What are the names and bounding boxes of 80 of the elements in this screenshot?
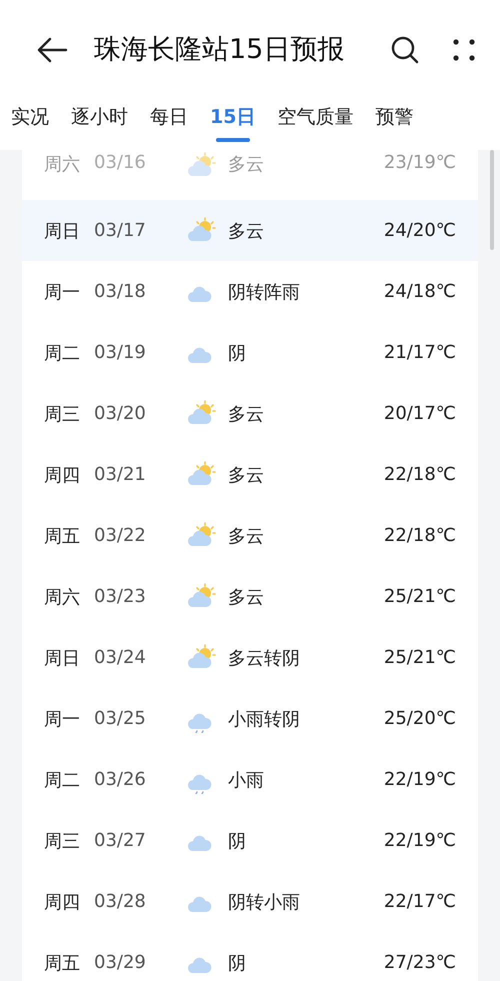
condition-label: 阴转阵雨 — [228, 280, 301, 304]
date-label: 03/16 — [94, 152, 147, 173]
temperature-label: 25/21℃ — [384, 647, 456, 668]
temperature-label: 27/23℃ — [384, 952, 456, 973]
tab[interactable]: 逐小时 — [60, 96, 139, 144]
weekday-label: 周日 — [44, 220, 81, 242]
condition-label: 阴 — [228, 342, 247, 364]
condition-label: 多云转阴 — [228, 646, 301, 670]
date-label: 03/17 — [94, 220, 147, 241]
forecast-row[interactable]: 周一 03/25 小雨转阴 25/20℃ — [22, 688, 478, 749]
date-label: 03/19 — [94, 342, 147, 363]
temperature-label: 22/18℃ — [384, 464, 456, 485]
forecast-row[interactable]: 周三 03/20 多云 20/17℃ — [22, 383, 478, 444]
date-label: 03/24 — [94, 647, 147, 668]
weekday-label: 周一 — [44, 708, 81, 730]
tab[interactable]: 实况 — [0, 96, 60, 144]
scrollbar[interactable] — [490, 150, 494, 250]
search-icon[interactable] — [390, 35, 420, 65]
date-label: 03/21 — [94, 464, 147, 485]
tab[interactable]: 预警 — [364, 96, 424, 144]
forecast-row[interactable]: 周六 03/23 多云 25/21℃ — [22, 566, 478, 627]
condition-label: 多云 — [228, 220, 265, 242]
tab[interactable]: 每日 — [139, 96, 199, 144]
weekday-label: 周五 — [44, 952, 81, 974]
date-label: 03/26 — [94, 769, 147, 790]
temperature-label: 23/19℃ — [384, 152, 456, 173]
date-label: 03/28 — [94, 891, 147, 912]
weekday-label: 周五 — [44, 524, 81, 548]
condition-label: 多云 — [228, 586, 265, 608]
condition-label: 多云 — [228, 524, 265, 548]
weekday-label: 周六 — [44, 153, 81, 176]
date-label: 03/23 — [94, 586, 147, 607]
forecast-row[interactable]: 周一 03/18 阴转阵雨 24/18℃ — [22, 261, 478, 322]
weekday-label: 周二 — [44, 342, 81, 364]
date-label: 03/27 — [94, 830, 147, 851]
weekday-label: 周四 — [44, 464, 81, 486]
temperature-label: 22/18℃ — [384, 525, 456, 546]
condition-label: 阴 — [228, 952, 247, 974]
condition-label: 多云 — [228, 153, 265, 176]
forecast-row[interactable]: 周二 03/19 阴 21/17℃ — [22, 322, 478, 383]
forecast-row[interactable]: 周五 03/29 阴 27/23℃ — [22, 932, 478, 981]
tab[interactable]: 空气质量 — [266, 96, 364, 144]
temperature-label: 22/17℃ — [384, 891, 456, 912]
temperature-label: 21/17℃ — [384, 342, 456, 363]
temperature-label: 22/19℃ — [384, 830, 456, 851]
temperature-label: 24/18℃ — [384, 281, 456, 302]
date-label: 03/29 — [94, 952, 147, 973]
condition-label: 阴转小雨 — [228, 890, 301, 914]
date-label: 03/20 — [94, 403, 147, 424]
forecast-row[interactable]: 周日 03/24 多云转阴 25/21℃ — [22, 627, 478, 688]
date-label: 03/18 — [94, 281, 147, 302]
back-icon[interactable] — [36, 37, 68, 63]
temperature-label: 20/17℃ — [384, 403, 456, 424]
condition-label: 小雨转阴 — [228, 708, 301, 730]
weekday-label: 周三 — [44, 402, 81, 426]
temperature-label: 22/19℃ — [384, 769, 456, 790]
condition-label: 多云 — [228, 402, 265, 426]
forecast-row[interactable]: 周三 03/27 阴 22/19℃ — [22, 810, 478, 871]
forecast-row[interactable]: 周二 03/26 小雨 22/19℃ — [22, 749, 478, 810]
condition-label: 多云 — [228, 464, 265, 486]
condition-label: 阴 — [228, 830, 247, 852]
date-label: 03/22 — [94, 525, 147, 546]
page-title: 珠海长隆站15日预报 — [94, 33, 346, 67]
weekday-label: 周日 — [44, 646, 81, 670]
forecast-row[interactable]: 周五 03/22 多云 22/18℃ — [22, 505, 478, 566]
weekday-label: 周三 — [44, 830, 81, 852]
weekday-label: 周二 — [44, 768, 81, 792]
weekday-label: 周六 — [44, 586, 81, 608]
more-icon[interactable] — [452, 38, 476, 62]
temperature-label: 25/20℃ — [384, 708, 456, 729]
forecast-row[interactable]: 周四 03/28 阴转小雨 22/17℃ — [22, 871, 478, 932]
weekday-label: 周四 — [44, 890, 81, 914]
weekday-label: 周一 — [44, 280, 81, 304]
condition-label: 小雨 — [228, 768, 265, 792]
temperature-label: 24/20℃ — [384, 220, 456, 241]
forecast-row[interactable]: 周四 03/21 多云 22/18℃ — [22, 444, 478, 505]
tab[interactable]: 15日 — [199, 96, 266, 144]
temperature-label: 25/21℃ — [384, 586, 456, 607]
forecast-row[interactable]: 周日 03/17 多云 24/20℃ — [22, 200, 478, 261]
date-label: 03/25 — [94, 708, 147, 729]
